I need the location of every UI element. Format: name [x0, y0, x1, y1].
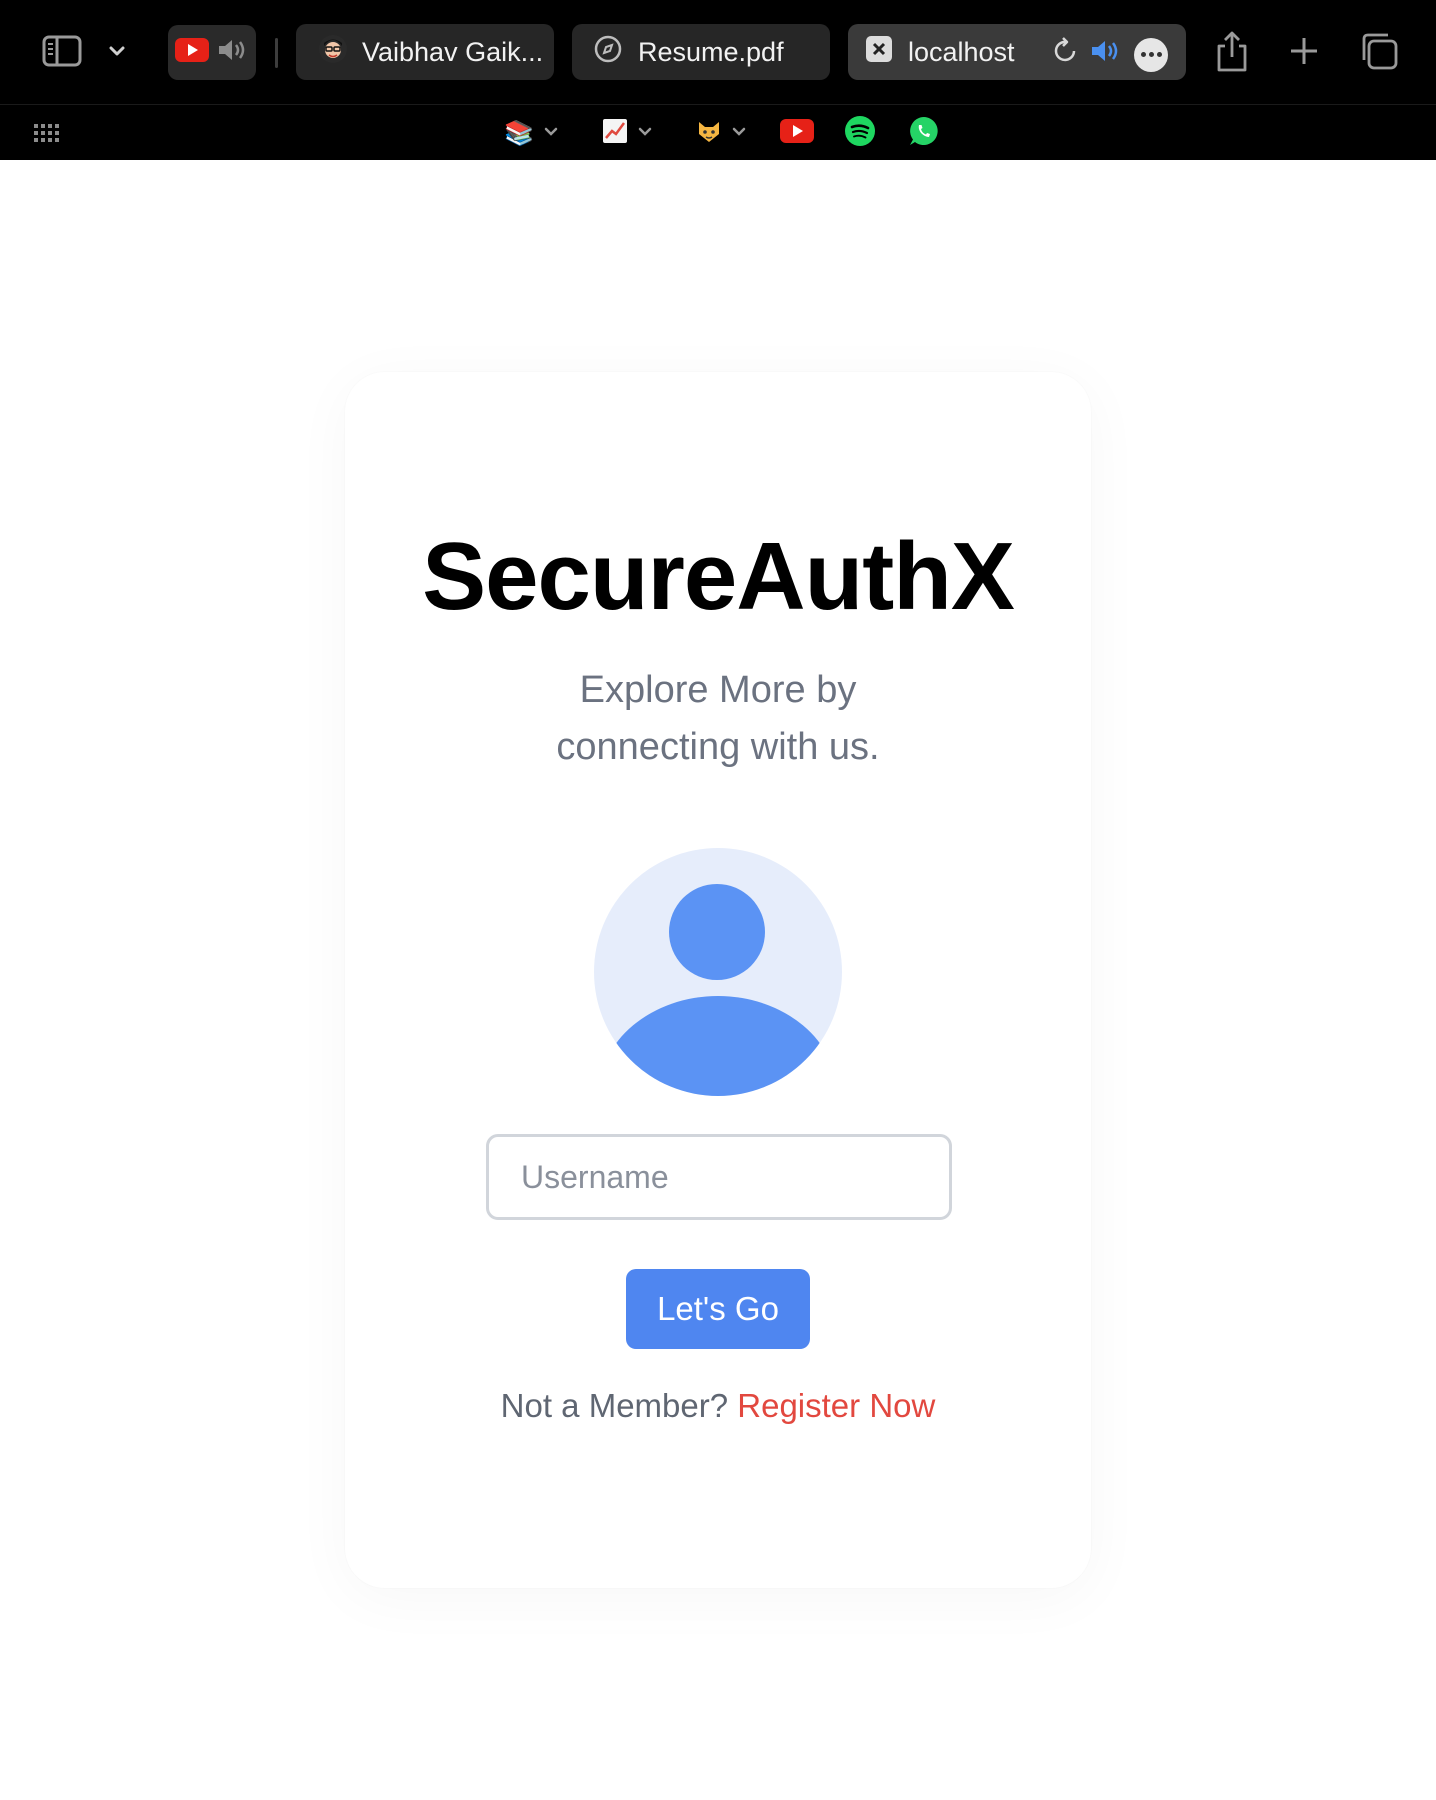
bookmark-folder-chart[interactable]: [602, 115, 652, 151]
avatar-body: [598, 996, 838, 1096]
chevron-down-icon[interactable]: [104, 34, 130, 68]
tab-resume[interactable]: Resume.pdf: [572, 24, 830, 80]
tagline-line: connecting with us.: [556, 726, 880, 768]
tab-bar: Vaibhav Gaik... Resume.pdf localhost: [0, 0, 1436, 104]
browser-chrome: Vaibhav Gaik... Resume.pdf localhost 📚: [0, 0, 1436, 160]
app-title: SecureAuthX: [422, 523, 1015, 630]
reload-icon[interactable]: [1052, 36, 1080, 73]
chevron-down-icon: [638, 124, 652, 142]
register-prompt: Not a Member? Register Now: [345, 1387, 1091, 1425]
user-avatar-icon: [594, 848, 842, 1096]
tab-overview-icon[interactable]: [1358, 30, 1400, 72]
login-card: SecureAuthX Explore More by connecting w…: [345, 372, 1091, 1588]
whatsapp-icon: [908, 115, 940, 152]
new-tab-icon[interactable]: [1284, 30, 1324, 72]
pinned-youtube-tab[interactable]: [168, 25, 256, 80]
more-options-icon[interactable]: [1134, 37, 1168, 72]
chevron-down-icon: [732, 124, 746, 142]
tab-label: localhost: [908, 36, 1015, 67]
cat-icon: [696, 118, 722, 149]
lets-go-button[interactable]: Let's Go: [626, 1269, 810, 1349]
username-input[interactable]: [486, 1134, 952, 1220]
youtube-icon: [780, 118, 814, 148]
close-x-icon[interactable]: [866, 35, 892, 69]
youtube-icon: [175, 38, 209, 67]
tab-label: Vaibhav Gaik...: [362, 36, 544, 67]
bookmark-whatsapp[interactable]: [908, 115, 940, 151]
sidebar-toggle-icon[interactable]: [38, 32, 86, 70]
avatar-favicon-icon: [318, 34, 348, 71]
register-now-link[interactable]: Register Now: [737, 1387, 935, 1424]
spotify-icon: [844, 115, 876, 152]
tab-localhost[interactable]: localhost: [848, 24, 1186, 80]
tab-separator: [275, 38, 278, 68]
chart-icon: [602, 118, 628, 149]
member-prompt-text: Not a Member?: [500, 1387, 729, 1424]
compass-icon: [594, 35, 622, 70]
tab-vaibhav[interactable]: Vaibhav Gaik...: [296, 24, 554, 80]
tagline-line: Explore More by: [579, 669, 857, 711]
tab-controls: [1052, 36, 1168, 73]
bookmark-youtube[interactable]: [780, 115, 814, 151]
speaker-playing-icon[interactable]: [1090, 38, 1124, 71]
chevron-down-icon: [544, 124, 558, 142]
bookmark-folder-books[interactable]: 📚: [504, 115, 558, 151]
avatar-head: [669, 884, 765, 980]
tagline: Explore More by connecting with us.: [345, 662, 1091, 776]
apps-grid-icon[interactable]: [32, 121, 60, 145]
share-icon[interactable]: [1212, 26, 1252, 76]
bookmark-folder-cat[interactable]: [696, 115, 746, 151]
bookmark-spotify[interactable]: [844, 115, 876, 151]
bookmarks-bar: 📚: [0, 104, 1436, 160]
tab-label: Resume.pdf: [638, 36, 784, 67]
books-icon: 📚: [504, 119, 534, 147]
speaker-icon[interactable]: [217, 37, 249, 68]
